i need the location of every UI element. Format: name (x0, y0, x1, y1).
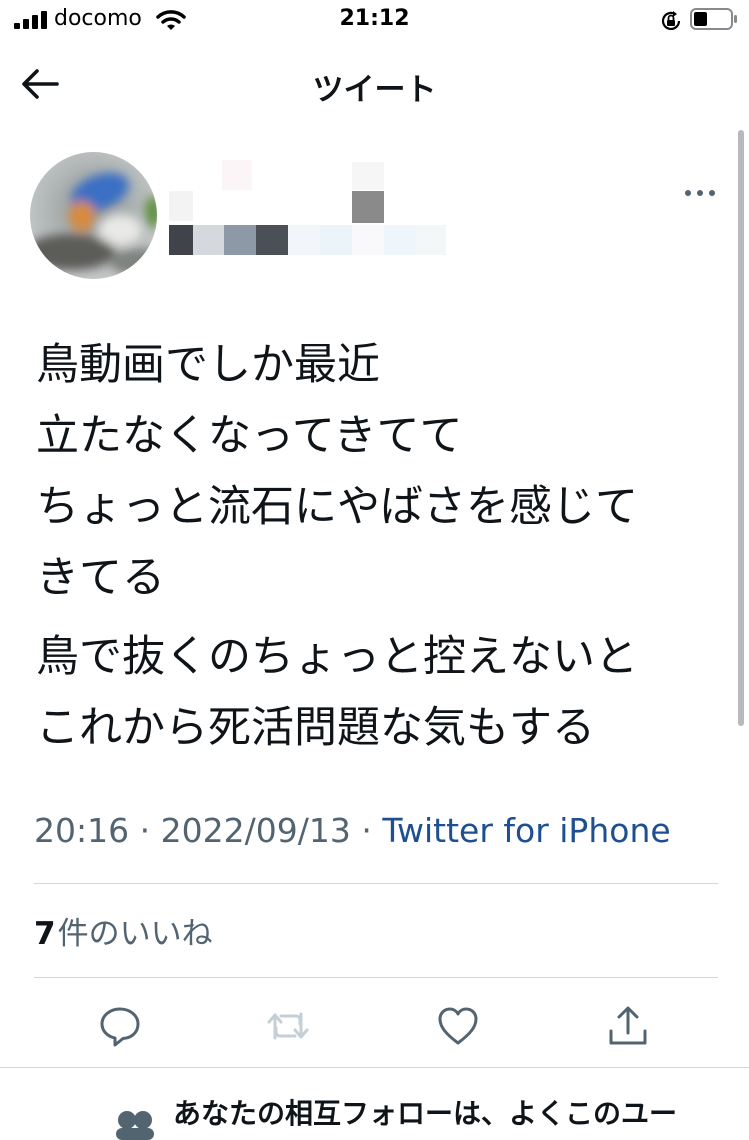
divider (34, 977, 718, 978)
meta-separator: · (361, 811, 372, 850)
tweet-meta: 20:16 · 2022/09/13 · Twitter for iPhone (34, 811, 671, 850)
tweet-text: 鳥動画でしか最近 立たなくなってきてて ちょっと流石にやばさを感じて きてる 鳥… (36, 330, 716, 764)
page-title: ツイート (312, 72, 437, 108)
scrollbar[interactable] (738, 130, 744, 726)
meta-separator: · (139, 811, 151, 850)
people-icon (116, 1111, 154, 1140)
battery-icon (690, 8, 737, 30)
reply-icon[interactable] (98, 1004, 142, 1048)
share-icon[interactable] (606, 1004, 650, 1048)
follow-notice-text: あなたの相互フォローは、よくこのユー (173, 1097, 678, 1130)
tweet-paragraph: 鳥で抜くのちょっと控えないと これから死活問題な気もする (36, 632, 638, 753)
tweet-paragraph: 鳥動画でしか最近 立たなくなってきてて ちょっと流石にやばさを感じて きてる (36, 340, 638, 603)
status-time: 21:12 (339, 6, 410, 31)
section-divider (0, 1067, 749, 1068)
likes-label: 件のいいね (57, 916, 213, 952)
tweet-time: 20:16 (34, 811, 130, 850)
status-bar: docomo 21:12 (0, 0, 749, 42)
orientation-lock-icon (661, 11, 681, 30)
tweet-source-link[interactable]: Twitter for iPhone (382, 811, 670, 850)
divider (34, 883, 718, 884)
more-options-icon[interactable] (683, 182, 717, 204)
avatar[interactable] (30, 152, 157, 279)
nav-bar: ツイート (0, 42, 749, 126)
like-icon[interactable] (436, 1004, 480, 1048)
retweet-icon[interactable] (266, 1004, 310, 1048)
tweet-date: 2022/09/13 (160, 811, 351, 850)
likes-count: 7 (34, 916, 56, 952)
likes-count-link[interactable]: 7件のいいね (34, 908, 213, 953)
